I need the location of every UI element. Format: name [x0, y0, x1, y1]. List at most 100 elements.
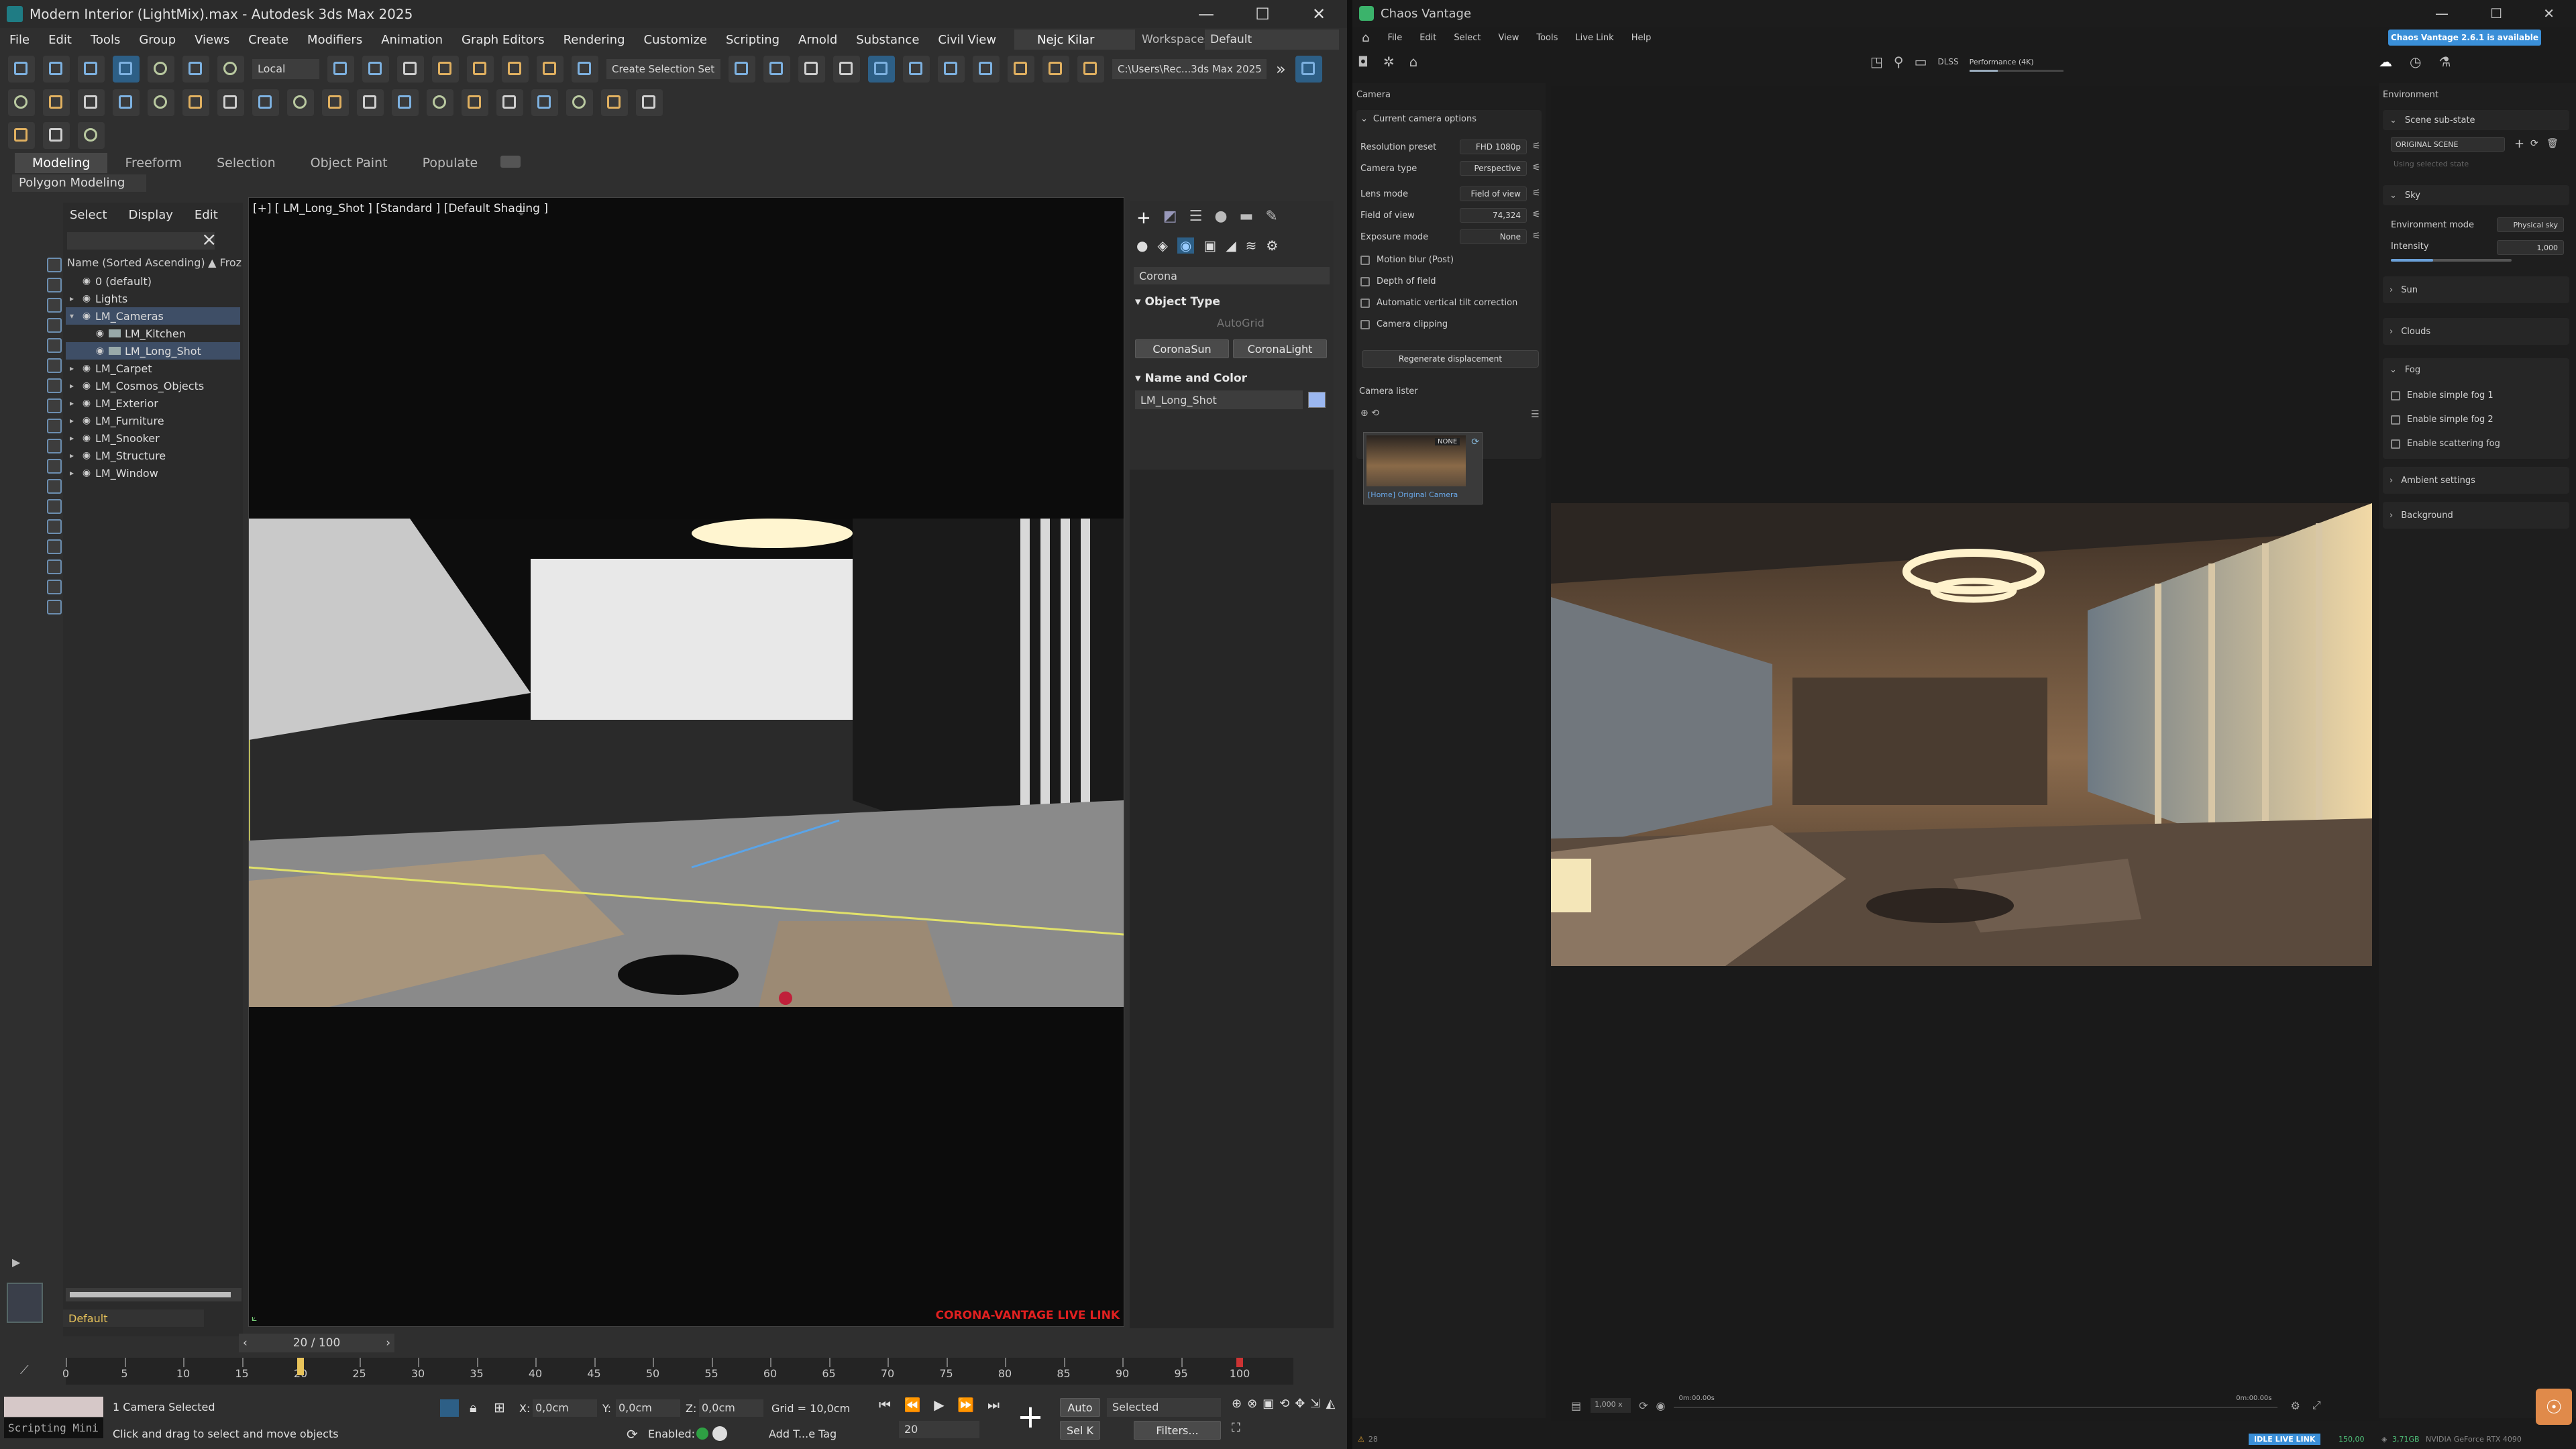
explorer-tab-display[interactable]: Display [129, 208, 173, 222]
display-shapes-icon[interactable] [47, 298, 62, 313]
viewport-icon[interactable]: ▭ [1915, 54, 1927, 70]
display-geometry-icon[interactable] [47, 278, 62, 292]
frame-slider-next-icon[interactable]: › [386, 1336, 390, 1350]
scene-tree-row[interactable]: ▸ ◉ LM_Cosmos_Objects [66, 377, 240, 394]
max-menu-create[interactable]: Create [239, 33, 298, 47]
frame-slider-prev-icon[interactable]: ‹ [243, 1336, 248, 1350]
systems-icon[interactable]: ⚙ [1266, 237, 1278, 254]
arnold-icon[interactable] [8, 122, 35, 149]
snapshot-icon[interactable] [601, 89, 628, 116]
max-menu-views[interactable]: Views [185, 33, 239, 47]
display-lights-icon[interactable] [47, 318, 62, 333]
maxscript-input[interactable]: Scripting Mini [4, 1418, 103, 1438]
camera-checkbox-row[interactable]: Camera clipping [1360, 319, 1448, 329]
timeline-settings-icon[interactable]: ▤ [1571, 1399, 1581, 1412]
ipr-icon[interactable] [217, 89, 244, 116]
sky-section[interactable]: ⌄ Sky [2383, 185, 2569, 205]
cameras-icon[interactable]: ▣ [1203, 237, 1216, 254]
checkbox[interactable] [2391, 439, 2400, 449]
vantage-timeline-track[interactable]: 0m:00.00s 0m:00.00s [1673, 1395, 2277, 1412]
clouds-section[interactable]: › Clouds [2383, 318, 2569, 345]
visibility-eye-icon[interactable]: ◉ [78, 293, 95, 304]
checkbox[interactable] [2391, 390, 2400, 400]
vantage-menu-view[interactable]: View [1490, 33, 1528, 43]
percent-snap-icon[interactable] [502, 56, 529, 83]
max-menu-modifiers[interactable]: Modifiers [298, 33, 372, 47]
visibility-eye-icon[interactable]: ◉ [78, 398, 95, 409]
render-setup-icon[interactable] [1008, 56, 1034, 83]
ribbon-tab-selection[interactable]: Selection [199, 153, 293, 173]
geometry-icon[interactable]: ● [1136, 237, 1148, 254]
warning-icon[interactable]: ⚠ [1358, 1435, 1364, 1444]
explorer-tab-select[interactable]: Select [70, 208, 107, 222]
expand-arrow-icon[interactable]: ▸ [66, 416, 78, 425]
display-helpers-icon[interactable] [47, 358, 62, 373]
corona-icon[interactable] [43, 89, 70, 116]
object-name-input[interactable]: LM_Long_Shot [1135, 390, 1303, 409]
max-menu-arnold[interactable]: Arnold [789, 33, 847, 47]
vantage-menu-live-link[interactable]: Live Link [1566, 33, 1622, 43]
visibility-eye-icon[interactable]: ◉ [78, 433, 95, 443]
material-editor-icon[interactable] [973, 56, 1000, 83]
explorer-header-frozen[interactable]: ▲ Froz [208, 256, 241, 269]
checkbox[interactable] [1360, 255, 1370, 265]
utilities-tab-icon[interactable]: ✎ [1265, 208, 1277, 228]
vantage-close-icon[interactable]: ✕ [2543, 5, 2555, 21]
zoom-extents-icon[interactable]: ▣ [1263, 1397, 1274, 1415]
sun-icon[interactable] [113, 89, 140, 116]
sync-selection-icon[interactable] [47, 600, 62, 614]
explorer-tab-edit[interactable]: Edit [195, 208, 218, 222]
timeline-zoom-field[interactable]: 1,000 x [1591, 1398, 1631, 1413]
explorer-pin-icon[interactable] [7, 1283, 43, 1323]
display-particles-icon[interactable] [47, 459, 62, 474]
vantage-maximize-icon[interactable]: ☐ [2490, 5, 2502, 21]
expand-arrow-icon[interactable]: ▸ [66, 294, 78, 303]
scene-converter-icon[interactable] [427, 89, 453, 116]
vantage-menu-edit[interactable]: Edit [1411, 33, 1445, 43]
fullscreen-icon[interactable]: ⤢ [2312, 1399, 2321, 1412]
vantage-logo[interactable]: ☉ [2536, 1389, 2572, 1425]
environment-tab-icon[interactable]: ☁ [2379, 54, 2392, 70]
objects-panel-icon[interactable]: ⌂ [1409, 54, 1418, 70]
camera-list-options-icon[interactable]: ☰ [1531, 409, 1540, 420]
camera-thumbnail[interactable]: NONE ⟳ [Home] Original Camera [1363, 432, 1483, 504]
name-color-header[interactable]: ▾ Name and Color [1135, 372, 1247, 385]
visibility-eye-icon[interactable]: ◉ [91, 328, 109, 339]
display-none-icon[interactable] [47, 258, 62, 272]
expand-arrow-icon[interactable]: ▸ [66, 433, 78, 443]
navigation-icon[interactable]: ⚲ [1894, 54, 1904, 70]
sun-section[interactable]: › Sun [2383, 276, 2569, 303]
post-effects-tab-icon[interactable]: ⚗ [2438, 54, 2451, 70]
max-menu-group[interactable]: Group [129, 33, 185, 47]
env-mode-dropdown[interactable]: Physical sky [2497, 217, 2564, 232]
scene-explorer-toggle-icon[interactable] [798, 56, 825, 83]
y-coord-field[interactable]: 0,0cm [616, 1399, 680, 1417]
array-icon[interactable] [566, 89, 593, 116]
display-all-icon[interactable] [47, 479, 62, 494]
create-tab-icon[interactable]: + [1136, 208, 1151, 228]
visibility-eye-icon[interactable]: ◉ [78, 380, 95, 391]
frame-slider[interactable]: ‹ 20 / 100 › [239, 1334, 394, 1352]
camera-option-field[interactable]: None [1460, 229, 1527, 244]
dlss-icon[interactable]: DLSS [1937, 57, 1958, 66]
option-settings-icon[interactable]: ⚟ [1532, 231, 1541, 241]
align-icon-2[interactable] [496, 89, 523, 116]
ribbon-tab-populate[interactable]: Populate [405, 153, 496, 173]
snaps-toggle-icon[interactable] [432, 56, 459, 83]
explorer-header-name[interactable]: Name (Sorted Ascending) [67, 256, 205, 269]
expand-arrow-icon[interactable]: ▸ [66, 364, 78, 373]
layer-dropdown[interactable]: Default [63, 1309, 204, 1327]
spinner-snap-icon[interactable] [537, 56, 564, 83]
camera-panel-icon[interactable]: ◘ [1358, 54, 1368, 70]
max-menu-customize[interactable]: Customize [635, 33, 716, 47]
timeline-key-icon[interactable]: ⟋ [20, 1363, 29, 1377]
expand-arrow-icon[interactable]: ▸ [66, 451, 78, 460]
sync-state-icon[interactable]: ⟳ [2530, 138, 2538, 149]
window-crossing-icon[interactable] [78, 56, 105, 83]
walk-icon[interactable]: ⇲ [1310, 1397, 1320, 1415]
visibility-eye-icon[interactable]: ◉ [78, 415, 95, 426]
next-frame-icon[interactable]: ⏩ [957, 1397, 974, 1417]
batch-icon[interactable] [636, 89, 663, 116]
scene-tree-row[interactable]: ▸ ◉ Lights [66, 290, 240, 307]
ribbon-toggle-icon[interactable] [868, 56, 895, 83]
